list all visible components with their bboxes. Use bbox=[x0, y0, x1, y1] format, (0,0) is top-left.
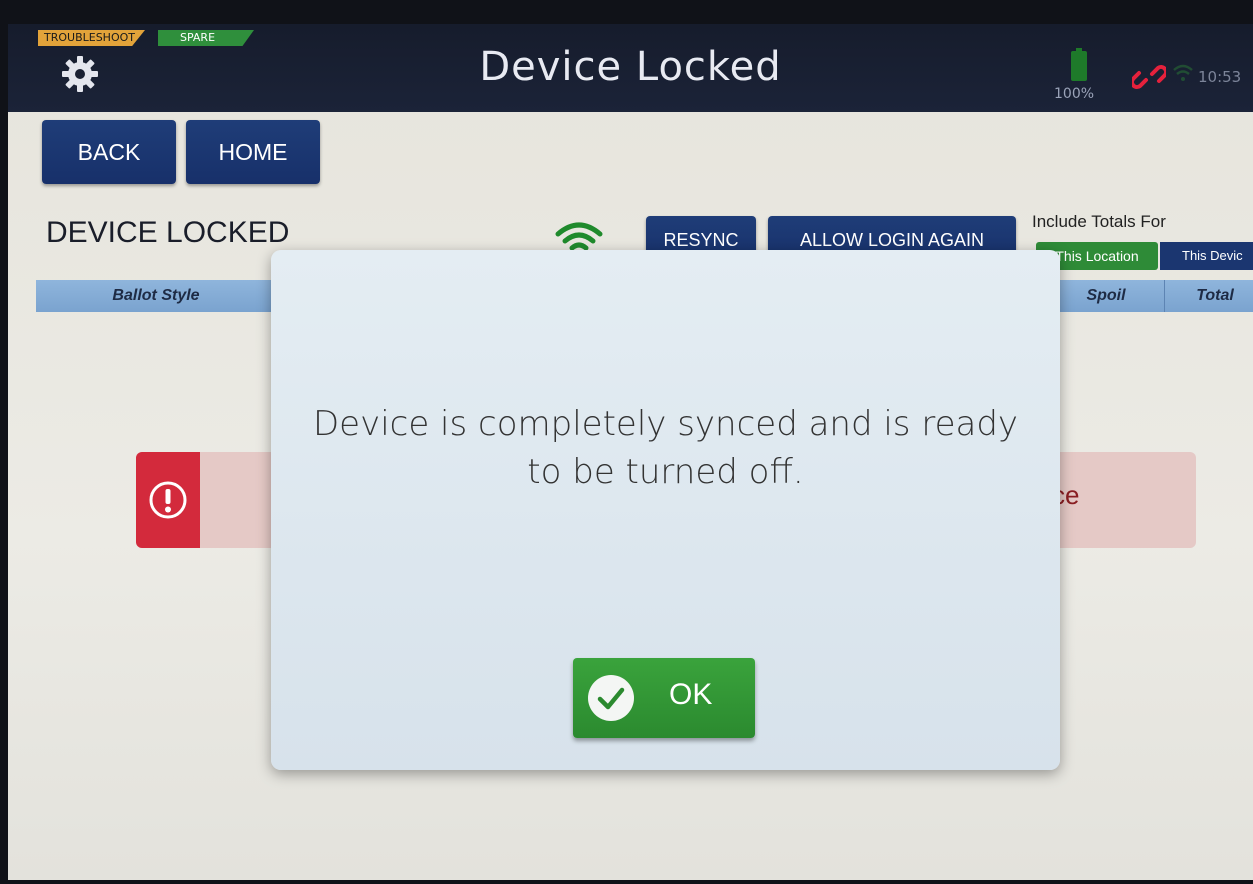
page-title: Device Locked bbox=[479, 44, 782, 90]
screen: TROUBLESHOOT SPARE Device Locked 100% 10… bbox=[8, 24, 1253, 880]
battery-percentage: 100% bbox=[1054, 86, 1095, 102]
toggle-this-device[interactable]: This Devic bbox=[1160, 242, 1253, 270]
broken-link-icon bbox=[1132, 65, 1166, 89]
device-locked-heading: DEVICE LOCKED bbox=[46, 216, 290, 249]
home-button[interactable]: HOME bbox=[186, 120, 320, 184]
checkmark-icon bbox=[588, 675, 634, 721]
ok-label: OK bbox=[669, 678, 713, 711]
wifi-status-icon bbox=[1173, 64, 1193, 81]
back-button[interactable]: BACK bbox=[42, 120, 176, 184]
column-header-spoil: Spoil bbox=[1046, 280, 1165, 312]
column-header-total: Total bbox=[1164, 280, 1253, 312]
include-totals-label: Include Totals For bbox=[1032, 212, 1166, 231]
alert-icon-box bbox=[136, 452, 200, 548]
column-header-ballot-style: Ballot Style bbox=[112, 287, 200, 304]
exclamation-icon bbox=[149, 481, 187, 519]
top-bar: TROUBLESHOOT SPARE Device Locked 100% 10… bbox=[8, 24, 1253, 112]
ok-button[interactable]: OK bbox=[573, 658, 755, 738]
battery-icon bbox=[1071, 48, 1087, 81]
clock: 10:53 bbox=[1198, 68, 1242, 86]
dialog-message: Device is completely synced and is ready… bbox=[312, 404, 1019, 492]
sync-complete-dialog: Device is completely synced and is ready… bbox=[271, 250, 1060, 770]
